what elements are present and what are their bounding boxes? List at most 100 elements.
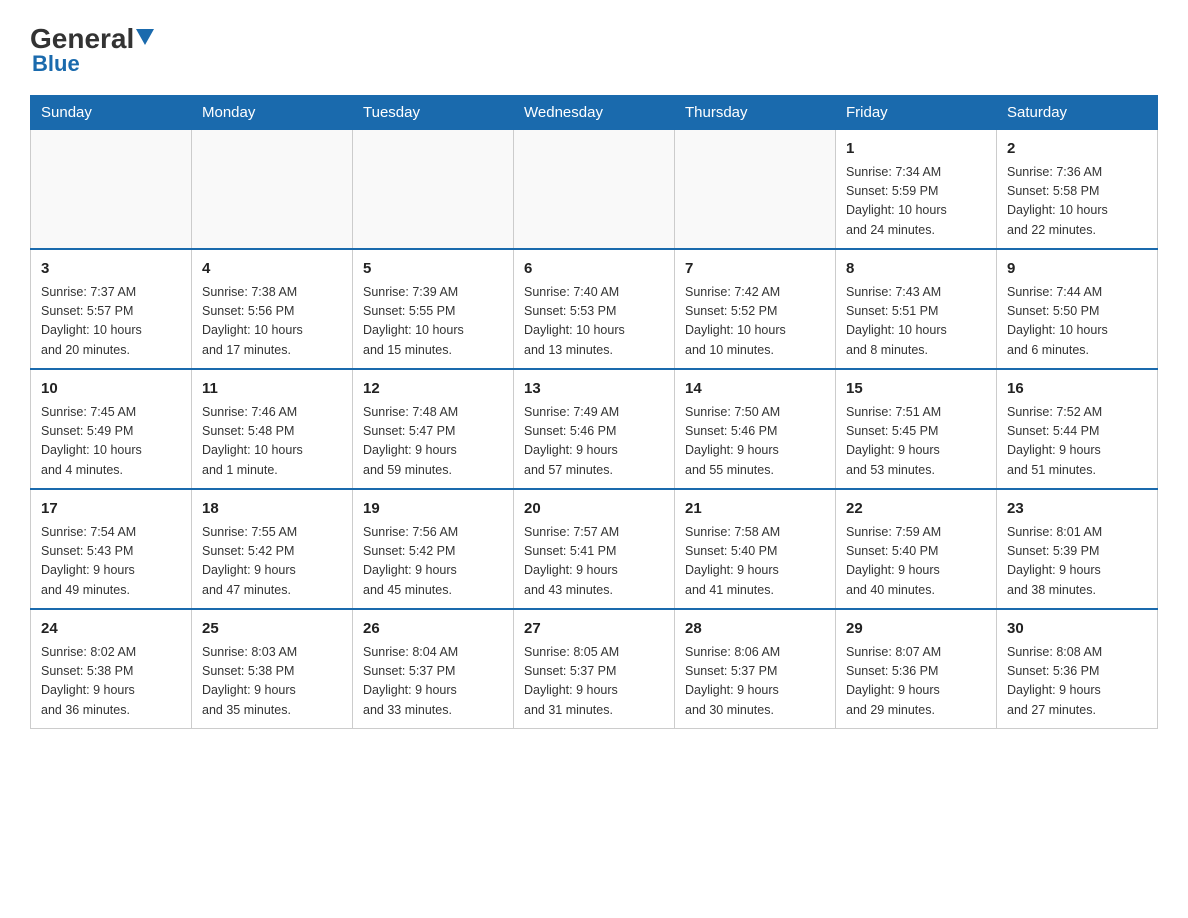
calendar-cell: 16Sunrise: 7:52 AM Sunset: 5:44 PM Dayli…: [997, 369, 1158, 489]
day-number: 2: [1007, 138, 1147, 161]
day-number: 3: [41, 258, 181, 281]
calendar-cell: 30Sunrise: 8:08 AM Sunset: 5:36 PM Dayli…: [997, 609, 1158, 729]
day-info: Sunrise: 7:55 AM Sunset: 5:42 PM Dayligh…: [202, 523, 342, 601]
day-info: Sunrise: 8:07 AM Sunset: 5:36 PM Dayligh…: [846, 643, 986, 721]
calendar-cell: 25Sunrise: 8:03 AM Sunset: 5:38 PM Dayli…: [192, 609, 353, 729]
calendar-cell: 17Sunrise: 7:54 AM Sunset: 5:43 PM Dayli…: [31, 489, 192, 609]
day-number: 12: [363, 378, 503, 401]
day-number: 4: [202, 258, 342, 281]
day-number: 9: [1007, 258, 1147, 281]
calendar-table: SundayMondayTuesdayWednesdayThursdayFrid…: [30, 95, 1158, 729]
day-number: 16: [1007, 378, 1147, 401]
day-info: Sunrise: 7:57 AM Sunset: 5:41 PM Dayligh…: [524, 523, 664, 601]
day-of-week-header: Wednesday: [514, 96, 675, 130]
day-of-week-header: Tuesday: [353, 96, 514, 130]
day-number: 17: [41, 498, 181, 521]
day-info: Sunrise: 7:34 AM Sunset: 5:59 PM Dayligh…: [846, 163, 986, 241]
day-number: 14: [685, 378, 825, 401]
day-info: Sunrise: 8:08 AM Sunset: 5:36 PM Dayligh…: [1007, 643, 1147, 721]
calendar-cell: 9Sunrise: 7:44 AM Sunset: 5:50 PM Daylig…: [997, 249, 1158, 369]
day-number: 28: [685, 618, 825, 641]
calendar-cell: 12Sunrise: 7:48 AM Sunset: 5:47 PM Dayli…: [353, 369, 514, 489]
calendar-cell: 20Sunrise: 7:57 AM Sunset: 5:41 PM Dayli…: [514, 489, 675, 609]
calendar-cell: 18Sunrise: 7:55 AM Sunset: 5:42 PM Dayli…: [192, 489, 353, 609]
page-header: General Blue: [30, 20, 1158, 77]
calendar-cell: [675, 130, 836, 250]
day-of-week-header: Thursday: [675, 96, 836, 130]
day-number: 6: [524, 258, 664, 281]
day-of-week-header: Saturday: [997, 96, 1158, 130]
calendar-cell: 14Sunrise: 7:50 AM Sunset: 5:46 PM Dayli…: [675, 369, 836, 489]
day-info: Sunrise: 7:52 AM Sunset: 5:44 PM Dayligh…: [1007, 403, 1147, 481]
day-number: 7: [685, 258, 825, 281]
calendar-cell: 8Sunrise: 7:43 AM Sunset: 5:51 PM Daylig…: [836, 249, 997, 369]
day-info: Sunrise: 7:37 AM Sunset: 5:57 PM Dayligh…: [41, 283, 181, 361]
week-row: 10Sunrise: 7:45 AM Sunset: 5:49 PM Dayli…: [31, 369, 1158, 489]
day-number: 20: [524, 498, 664, 521]
calendar-cell: 23Sunrise: 8:01 AM Sunset: 5:39 PM Dayli…: [997, 489, 1158, 609]
day-number: 26: [363, 618, 503, 641]
day-number: 22: [846, 498, 986, 521]
day-number: 30: [1007, 618, 1147, 641]
calendar-cell: 1Sunrise: 7:34 AM Sunset: 5:59 PM Daylig…: [836, 130, 997, 250]
day-info: Sunrise: 8:06 AM Sunset: 5:37 PM Dayligh…: [685, 643, 825, 721]
day-info: Sunrise: 7:51 AM Sunset: 5:45 PM Dayligh…: [846, 403, 986, 481]
day-info: Sunrise: 7:46 AM Sunset: 5:48 PM Dayligh…: [202, 403, 342, 481]
day-number: 8: [846, 258, 986, 281]
day-info: Sunrise: 7:39 AM Sunset: 5:55 PM Dayligh…: [363, 283, 503, 361]
calendar-header-row: SundayMondayTuesdayWednesdayThursdayFrid…: [31, 96, 1158, 130]
day-info: Sunrise: 7:56 AM Sunset: 5:42 PM Dayligh…: [363, 523, 503, 601]
calendar-cell: 10Sunrise: 7:45 AM Sunset: 5:49 PM Dayli…: [31, 369, 192, 489]
calendar-cell: 24Sunrise: 8:02 AM Sunset: 5:38 PM Dayli…: [31, 609, 192, 729]
calendar-cell: 7Sunrise: 7:42 AM Sunset: 5:52 PM Daylig…: [675, 249, 836, 369]
calendar-cell: 26Sunrise: 8:04 AM Sunset: 5:37 PM Dayli…: [353, 609, 514, 729]
day-info: Sunrise: 7:36 AM Sunset: 5:58 PM Dayligh…: [1007, 163, 1147, 241]
calendar-cell: 22Sunrise: 7:59 AM Sunset: 5:40 PM Dayli…: [836, 489, 997, 609]
calendar-cell: [514, 130, 675, 250]
day-info: Sunrise: 7:45 AM Sunset: 5:49 PM Dayligh…: [41, 403, 181, 481]
day-info: Sunrise: 7:58 AM Sunset: 5:40 PM Dayligh…: [685, 523, 825, 601]
day-number: 1: [846, 138, 986, 161]
calendar-cell: 2Sunrise: 7:36 AM Sunset: 5:58 PM Daylig…: [997, 130, 1158, 250]
day-number: 19: [363, 498, 503, 521]
day-number: 15: [846, 378, 986, 401]
week-row: 17Sunrise: 7:54 AM Sunset: 5:43 PM Dayli…: [31, 489, 1158, 609]
day-info: Sunrise: 7:43 AM Sunset: 5:51 PM Dayligh…: [846, 283, 986, 361]
day-of-week-header: Friday: [836, 96, 997, 130]
day-number: 13: [524, 378, 664, 401]
week-row: 3Sunrise: 7:37 AM Sunset: 5:57 PM Daylig…: [31, 249, 1158, 369]
day-of-week-header: Monday: [192, 96, 353, 130]
calendar-cell: [31, 130, 192, 250]
calendar-cell: 5Sunrise: 7:39 AM Sunset: 5:55 PM Daylig…: [353, 249, 514, 369]
calendar-cell: 21Sunrise: 7:58 AM Sunset: 5:40 PM Dayli…: [675, 489, 836, 609]
calendar-cell: 19Sunrise: 7:56 AM Sunset: 5:42 PM Dayli…: [353, 489, 514, 609]
day-info: Sunrise: 8:04 AM Sunset: 5:37 PM Dayligh…: [363, 643, 503, 721]
week-row: 1Sunrise: 7:34 AM Sunset: 5:59 PM Daylig…: [31, 130, 1158, 250]
calendar-cell: 29Sunrise: 8:07 AM Sunset: 5:36 PM Dayli…: [836, 609, 997, 729]
day-of-week-header: Sunday: [31, 96, 192, 130]
day-info: Sunrise: 7:48 AM Sunset: 5:47 PM Dayligh…: [363, 403, 503, 481]
day-number: 21: [685, 498, 825, 521]
calendar-cell: 15Sunrise: 7:51 AM Sunset: 5:45 PM Dayli…: [836, 369, 997, 489]
logo-sub: Blue: [32, 51, 80, 77]
day-info: Sunrise: 7:49 AM Sunset: 5:46 PM Dayligh…: [524, 403, 664, 481]
day-number: 11: [202, 378, 342, 401]
day-number: 25: [202, 618, 342, 641]
day-number: 27: [524, 618, 664, 641]
calendar-cell: [192, 130, 353, 250]
calendar-cell: 6Sunrise: 7:40 AM Sunset: 5:53 PM Daylig…: [514, 249, 675, 369]
day-number: 10: [41, 378, 181, 401]
day-number: 5: [363, 258, 503, 281]
logo-triangle-icon: [136, 29, 154, 45]
calendar-cell: 13Sunrise: 7:49 AM Sunset: 5:46 PM Dayli…: [514, 369, 675, 489]
day-info: Sunrise: 8:01 AM Sunset: 5:39 PM Dayligh…: [1007, 523, 1147, 601]
day-info: Sunrise: 7:40 AM Sunset: 5:53 PM Dayligh…: [524, 283, 664, 361]
week-row: 24Sunrise: 8:02 AM Sunset: 5:38 PM Dayli…: [31, 609, 1158, 729]
day-info: Sunrise: 7:54 AM Sunset: 5:43 PM Dayligh…: [41, 523, 181, 601]
day-info: Sunrise: 7:42 AM Sunset: 5:52 PM Dayligh…: [685, 283, 825, 361]
day-number: 24: [41, 618, 181, 641]
logo-main: General: [30, 25, 154, 53]
day-info: Sunrise: 8:03 AM Sunset: 5:38 PM Dayligh…: [202, 643, 342, 721]
day-info: Sunrise: 8:05 AM Sunset: 5:37 PM Dayligh…: [524, 643, 664, 721]
day-info: Sunrise: 7:44 AM Sunset: 5:50 PM Dayligh…: [1007, 283, 1147, 361]
